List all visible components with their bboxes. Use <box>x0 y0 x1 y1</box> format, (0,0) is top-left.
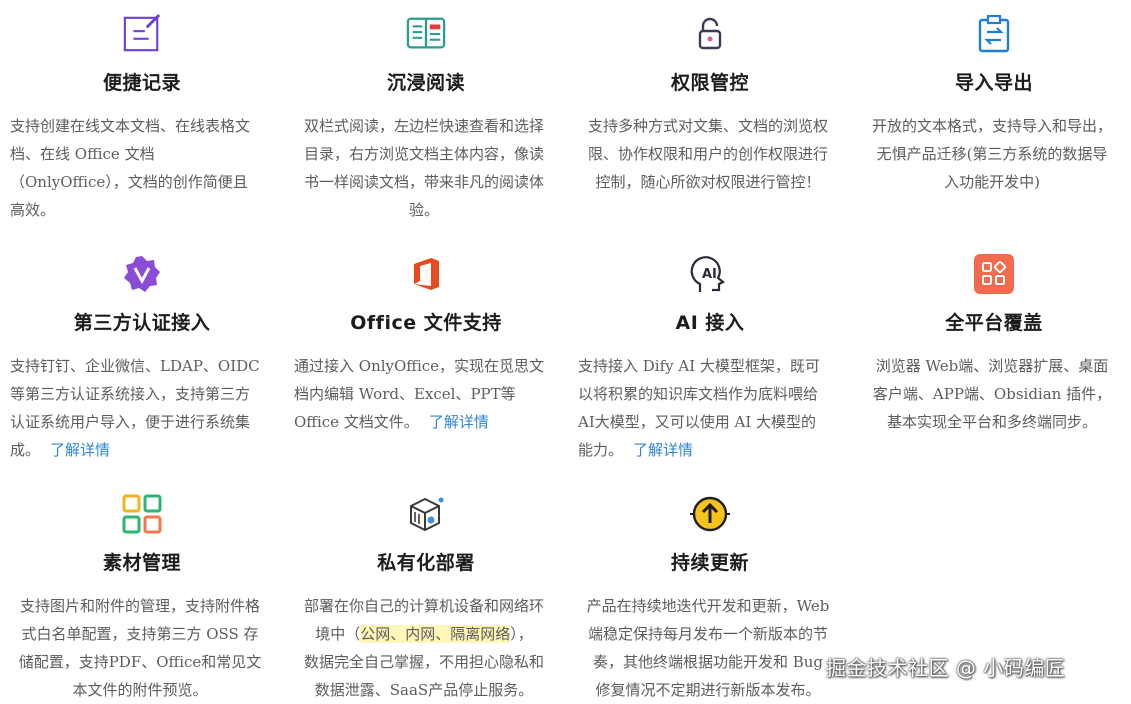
private-box-icon <box>406 494 446 534</box>
feature-card-all-platforms: 全平台覆盖 浏览器 Web端、浏览器扩展、桌面 客户端、APP端、Obsidia… <box>852 240 1131 480</box>
feature-card-office-support: Office 文件支持 通过接入 OnlyOffice，实现在觅思文 档内编辑 … <box>284 240 568 480</box>
multi-platform-icon <box>974 254 1014 294</box>
feature-description: 支持多种方式对文集、文档的浏览权 限、协作权限和用户的创作权限进行 控制，随心所… <box>587 117 828 191</box>
feature-title: AI 接入 <box>675 312 745 334</box>
svg-text:AI: AI <box>702 267 717 282</box>
feature-title: 素材管理 <box>102 552 181 574</box>
learn-more-link[interactable]: 了解详情 <box>429 413 489 431</box>
feature-description: 产品在持续地迭代开发和更新，Web 端稳定保持每月发布一个新版本的节 奏，其他终… <box>586 597 830 699</box>
feature-description: 通过接入 OnlyOffice，实现在觅思文 档内编辑 Word、Excel、P… <box>294 357 545 431</box>
feature-card-third-party-auth: 第三方认证接入 支持钉钉、企业微信、LDAP、OIDC 等第三方认证系统接入，支… <box>0 240 284 480</box>
feature-card-continuous-update: 持续更新 产品在持续地迭代开发和更新，Web 端稳定保持每月发布一个新版本的节 … <box>568 480 852 701</box>
feature-card-immersive-reading: 沉浸阅读 双栏式阅读，左边栏快速查看和选择 目录，右方浏览文档主体内容，像读 书… <box>284 0 568 240</box>
feature-description: 支持钉钉、企业微信、LDAP、OIDC 等第三方认证系统接入，支持第三方 认证系… <box>10 357 260 459</box>
feature-title: 权限管控 <box>670 72 749 94</box>
lock-icon <box>690 14 730 54</box>
update-arrow-icon <box>690 494 730 534</box>
grid-squares-icon <box>122 494 162 534</box>
verified-badge-icon <box>122 254 162 294</box>
office-icon <box>406 254 446 294</box>
feature-title: 导入导出 <box>954 72 1033 94</box>
feature-card-private-deployment: 私有化部署 部署在你自己的计算机设备和网络环 境中（公网、内网、隔离网络）， 数… <box>284 480 568 701</box>
feature-card-permission-control: 权限管控 支持多种方式对文集、文档的浏览权 限、协作权限和用户的创作权限进行 控… <box>568 0 852 240</box>
feature-description: 部署在你自己的计算机设备和网络环 境中（公网、内网、隔离网络）， 数据完全自己掌… <box>303 597 544 699</box>
feature-card-quick-record: 便捷记录 支持创建在线文本文档、在线表格文 档、在线 Office 文档 （On… <box>0 0 284 240</box>
feature-description: 开放的文本格式，支持导入和导出， 无惧产品迁移(第三方系统的数据导 入功能开发中… <box>871 117 1112 191</box>
open-book-icon <box>406 14 446 54</box>
feature-title: 便捷记录 <box>102 72 181 94</box>
feature-title: 全平台覆盖 <box>945 312 1043 334</box>
feature-description: 支持接入 Dify AI 大模型框架，既可 以将积累的知识库文档作为底料喂给 A… <box>578 357 820 459</box>
feature-description: 支持创建在线文本文档、在线表格文 档、在线 Office 文档 （OnlyOff… <box>10 117 251 219</box>
feature-description: 浏览器 Web端、浏览器扩展、桌面 客户端、APP端、Obsidian 插件， … <box>872 357 1112 431</box>
pencil-note-icon <box>122 13 162 54</box>
ai-head-icon: AI <box>690 254 730 294</box>
feature-card-asset-management: 素材管理 支持图片和附件的管理，支持附件格 式白名单配置，支持第三方 OSS 存… <box>0 480 284 701</box>
feature-title: 持续更新 <box>670 552 749 574</box>
feature-grid: 便捷记录 支持创建在线文本文档、在线表格文 档、在线 Office 文档 （On… <box>0 0 1131 701</box>
feature-card-import-export: 导入导出 开放的文本格式，支持导入和导出， 无惧产品迁移(第三方系统的数据导 入… <box>852 0 1131 240</box>
learn-more-link[interactable]: 了解详情 <box>633 441 693 459</box>
import-export-icon <box>974 14 1014 54</box>
feature-title: Office 文件支持 <box>350 312 502 334</box>
learn-more-link[interactable]: 了解详情 <box>50 441 110 459</box>
feature-card-ai: AI AI 接入 支持接入 Dify AI 大模型框架，既可 以将积累的知识库文… <box>568 240 852 480</box>
feature-title: 第三方认证接入 <box>73 312 211 334</box>
feature-description: 支持图片和附件的管理，支持附件格 式白名单配置，支持第三方 OSS 存 储配置，… <box>18 597 262 699</box>
feature-title: 沉浸阅读 <box>386 72 465 94</box>
feature-title: 私有化部署 <box>377 552 475 574</box>
watermark: 掘金技术社区 @ 小码编匠 <box>826 656 1066 680</box>
feature-description: 双栏式阅读，左边栏快速查看和选择 目录，右方浏览文档主体内容，像读 书一样阅读文… <box>303 117 544 219</box>
